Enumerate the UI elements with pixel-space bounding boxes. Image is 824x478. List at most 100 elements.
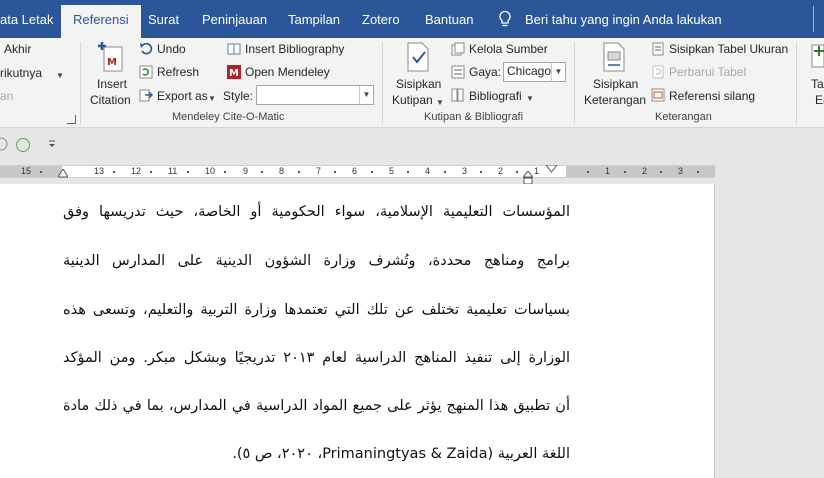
next-group-icon[interactable]	[810, 41, 824, 71]
gaya-value: Chicago	[507, 64, 552, 78]
ruler-label: 12	[131, 166, 142, 176]
ruler-tick	[697, 171, 699, 173]
style-dropdown[interactable]: ▼	[256, 85, 374, 105]
dialog-launcher-icon[interactable]	[67, 115, 76, 124]
ruler-label: 15	[21, 166, 32, 176]
ruler-label: 1	[534, 166, 540, 176]
undo-icon[interactable]	[139, 42, 153, 56]
bibliografi-button[interactable]: Bibliografi	[469, 88, 522, 104]
export-icon[interactable]	[139, 88, 153, 102]
ruler-label: 7	[316, 166, 322, 176]
insert-caption-icon[interactable]	[601, 41, 627, 73]
style-label: Style:	[223, 89, 254, 103]
bibliography-icon[interactable]	[451, 88, 465, 102]
paragraph-line[interactable]: بسياسات تعليمية تختلف عن تلك التي تعتمده…	[63, 302, 570, 318]
insert-citation-icon[interactable]: M	[96, 41, 126, 73]
insert-citation-label-2[interactable]: Citation	[90, 92, 131, 108]
lightbulb-icon[interactable]	[497, 10, 513, 28]
paragraph-line-citation[interactable]: اللغة العربية (Primaningtyas & Zaida، ٢٠…	[230, 446, 570, 462]
tab-zotero[interactable]: Zotero	[362, 7, 400, 33]
chevron-down-icon[interactable]: ▼	[359, 86, 373, 104]
chevron-down-icon[interactable]: ▼	[551, 63, 565, 81]
paragraph-line[interactable]: المؤسسات التعليمية الإسلامية، سواء الحكو…	[63, 204, 570, 220]
horizontal-ruler[interactable]: 15 13 12 11 10 9 8 7 6 5 4 3 2 1 1 2 3	[0, 165, 715, 185]
tab-peninjauan[interactable]: Peninjauan	[202, 7, 267, 33]
chevron-down-icon[interactable]: ▼	[208, 91, 216, 107]
ruler-label: 2	[498, 166, 504, 176]
ribbon-referensi: Akhir rikutnya ▼ an M Insert Citation Un…	[0, 38, 824, 128]
ruler-tick	[187, 171, 189, 173]
ruler-tick	[624, 171, 626, 173]
customize-toolbar-icon[interactable]	[47, 139, 57, 149]
group-separator	[382, 42, 383, 124]
tab-surat[interactable]: Surat	[148, 7, 179, 33]
insert-citation-label-1[interactable]: Insert	[97, 76, 127, 92]
sisipkan-keterangan-label-2[interactable]: Keterangan	[584, 92, 646, 108]
tab-referensi[interactable]: Referensi	[61, 5, 141, 38]
paragraph-line[interactable]: برامج ومناهج محددة، وتُشرف وزارة الشؤون …	[63, 253, 570, 269]
sisipkan-keterangan-label-1[interactable]: Sisipkan	[593, 76, 638, 92]
tell-me-search[interactable]: Beri tahu yang ingin Anda lakukan	[525, 7, 722, 33]
gaya-label: Gaya:	[469, 65, 502, 79]
undo-button[interactable]: Undo	[157, 41, 186, 57]
tab-tampilan[interactable]: Tampilan	[288, 7, 340, 33]
tab-bantuan[interactable]: Bantuan	[425, 7, 473, 33]
first-line-indent-icon[interactable]	[546, 165, 557, 173]
ruler-label: 8	[279, 166, 285, 176]
ruler-label: 4	[425, 166, 431, 176]
ruler-tick	[224, 171, 226, 173]
style-icon	[451, 65, 465, 79]
ruler-tick	[298, 171, 300, 173]
ruler-label: 9	[243, 166, 249, 176]
paragraph-line[interactable]: أن تطبيق هذا المنهج يؤثر على جميع المواد…	[63, 398, 570, 414]
kelola-sumber-button[interactable]: Kelola Sumber	[469, 41, 548, 57]
referensi-silang-button[interactable]: Referensi silang	[669, 88, 755, 104]
hanging-indent-icon[interactable]	[523, 171, 533, 185]
sisipkan-tabel-ukuran-button[interactable]: Sisipkan Tabel Ukuran	[669, 41, 788, 57]
indent-marker-icon[interactable]	[58, 169, 68, 178]
partial-ta[interactable]: Ta	[811, 76, 824, 92]
tab-tata-letak[interactable]: ata Letak	[0, 7, 54, 33]
partial-akhir[interactable]: Akhir	[4, 41, 31, 57]
window-corner	[802, 6, 814, 32]
insert-bibliography-icon[interactable]	[227, 43, 241, 55]
manage-sources-icon[interactable]	[451, 42, 465, 56]
ruler-tick	[113, 171, 115, 173]
ruler-tick	[516, 171, 518, 173]
paragraph-line[interactable]: الوزارة إلى تنفيذ المناهج الدراسية لعام …	[63, 350, 570, 366]
chevron-down-icon[interactable]: ▼	[526, 91, 534, 107]
ruler-label: 3	[678, 166, 684, 176]
ruler-label: 6	[352, 166, 358, 176]
open-mendeley-button[interactable]: Open Mendeley	[245, 64, 330, 80]
document-page[interactable]: المؤسسات التعليمية الإسلامية، سواء الحكو…	[0, 184, 715, 478]
ruler-tick	[660, 171, 662, 173]
partial-circle-icon[interactable]	[0, 137, 8, 151]
group-label-kutipan: Kutipan & Bibliografi	[424, 111, 524, 123]
ruler-label: 10	[205, 166, 216, 176]
partial-berikutnya[interactable]: rikutnya	[0, 65, 42, 81]
cross-reference-icon[interactable]	[651, 88, 665, 102]
chevron-down-icon[interactable]: ▼	[436, 95, 444, 111]
group-separator	[80, 42, 81, 124]
mendeley-icon[interactable]: M	[227, 65, 241, 79]
ruler-tick	[40, 171, 42, 173]
ruler-label: 2	[642, 166, 648, 176]
ruler-tick	[444, 171, 446, 173]
table-of-figures-icon[interactable]	[651, 42, 665, 56]
sisipkan-kutipan-label-1[interactable]: Sisipkan	[396, 76, 441, 92]
insert-citation-page-icon[interactable]	[404, 41, 432, 73]
export-as-button[interactable]: Export as	[157, 88, 208, 104]
ruler-tick	[150, 171, 152, 173]
insert-bibliography-button[interactable]: Insert Bibliography	[245, 41, 344, 57]
circle-icon[interactable]	[15, 137, 31, 153]
chevron-down-icon[interactable]: ▼	[56, 68, 64, 84]
ruler-tick	[261, 171, 263, 173]
refresh-icon[interactable]	[139, 65, 153, 79]
group-label-mendeley: Mendeley Cite-O-Matic	[172, 111, 285, 123]
gaya-dropdown[interactable]: Chicago ▼	[503, 62, 566, 82]
sisipkan-kutipan-label-2[interactable]: Kutipan	[392, 92, 433, 108]
refresh-button[interactable]: Refresh	[157, 64, 199, 80]
ribbon-tab-bar: ata Letak Referensi Surat Peninjauan Tam…	[0, 0, 824, 38]
ruler-tick	[371, 171, 373, 173]
partial-er[interactable]: Er	[815, 92, 824, 108]
